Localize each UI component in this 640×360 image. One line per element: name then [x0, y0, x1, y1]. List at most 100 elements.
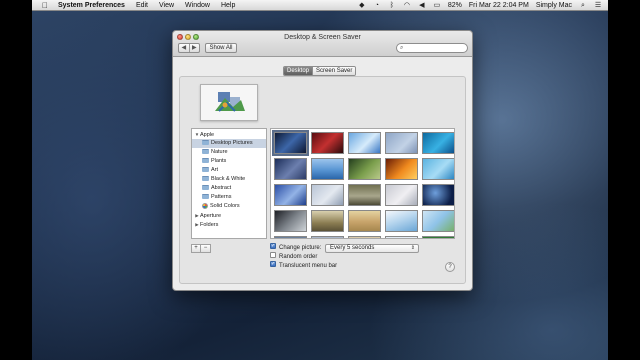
sidebar-item-nature[interactable]: Nature [192, 148, 266, 157]
folder-icon [202, 140, 209, 146]
sidebar-item-label: Desktop Pictures [211, 140, 253, 146]
tab-screen-saver[interactable]: Screen Saver [312, 67, 356, 75]
menu-user[interactable]: Simply Mac [536, 2, 572, 9]
sidebar-item-label: Aperture [200, 213, 222, 219]
wallpaper-thumbnail[interactable] [272, 130, 309, 156]
wallpaper-thumbnail[interactable] [274, 158, 307, 180]
remove-folder-button[interactable]: − [201, 244, 211, 253]
random-order-label: Random order [279, 254, 318, 260]
current-picture-preview [200, 84, 258, 121]
wallpaper-thumbnail[interactable] [385, 236, 418, 238]
sidebar-item-plants[interactable]: Plants [192, 157, 266, 166]
popup-arrows-icon: ⇕ [410, 245, 415, 251]
window-title: Desktop & Screen Saver [284, 34, 361, 41]
battery-icon[interactable]: ▭ [433, 2, 441, 9]
wallpaper-thumbnail[interactable] [348, 132, 381, 154]
search-icon: ⌕ [400, 45, 404, 51]
volume-icon[interactable]: ◀ [418, 2, 426, 9]
sidebar-item-folders[interactable]: ▶Folders [192, 220, 266, 229]
wallpaper-thumbnail[interactable] [422, 158, 454, 180]
interval-popup[interactable]: Every 5 seconds ⇕ [325, 244, 419, 253]
wallpaper-thumbnail[interactable] [311, 158, 344, 180]
translucent-menubar-checkbox[interactable]: ✓ [270, 261, 276, 268]
help-button[interactable]: ? [445, 262, 455, 272]
show-all-button[interactable]: Show All [205, 43, 237, 53]
desktop:  System Preferences Edit View Window He… [32, 0, 608, 360]
sidebar-item-label: Nature [211, 149, 228, 155]
notification-center-icon[interactable]: ☰ [594, 2, 602, 9]
sidebar-item-solid-colors[interactable]: Solid Colors [192, 202, 266, 211]
bluetooth-icon[interactable]: ᛒ [388, 2, 396, 9]
folder-icon [202, 176, 209, 182]
wallpaper-thumbnail[interactable] [422, 236, 454, 238]
menu-help[interactable]: Help [221, 2, 235, 9]
sidebar-item-desktop-pictures[interactable]: Desktop Pictures [192, 139, 266, 148]
menu-window[interactable]: Window [185, 2, 210, 9]
sidebar-item-aperture[interactable]: ▶Aperture [192, 211, 266, 220]
random-order-option[interactable]: Random order [270, 252, 318, 261]
wallpaper-thumbnail[interactable] [348, 158, 381, 180]
interval-value: Every 5 seconds [330, 245, 375, 251]
desktop-screensaver-window: Desktop & Screen Saver ◀ ▶ Show All ⌕ De… [172, 30, 473, 291]
wallpaper-thumbnail[interactable] [422, 210, 454, 232]
forward-arrow-icon[interactable]: ▶ [188, 44, 200, 52]
wallpaper-thumbnail[interactable] [385, 132, 418, 154]
sidebar-item-label: Patterns [211, 194, 232, 200]
add-folder-button[interactable]: + [191, 244, 201, 253]
menu-view[interactable]: View [159, 2, 174, 9]
random-order-checkbox[interactable] [270, 252, 276, 259]
wallpaper-thumbnail[interactable] [385, 210, 418, 232]
sidebar-item-patterns[interactable]: Patterns [192, 193, 266, 202]
menu-edit[interactable]: Edit [136, 2, 148, 9]
menu-clock[interactable]: Fri Mar 22 2:04 PM [469, 2, 529, 9]
menu-bar:  System Preferences Edit View Window He… [32, 0, 608, 11]
sidebar-item-label: Art [211, 167, 219, 173]
spotlight-icon[interactable]: ⌕ [579, 2, 587, 9]
sidebar-item-abstract[interactable]: Abstract [192, 184, 266, 193]
menu-app-name[interactable]: System Preferences [58, 2, 125, 9]
wifi-icon[interactable]: ◠ [403, 2, 411, 9]
dropbox-icon[interactable]: ◆ [358, 2, 366, 9]
sidebar-item-label: Solid Colors [210, 203, 240, 209]
sidebar-item-label: Apple [200, 132, 215, 138]
battery-percent: 82% [447, 2, 462, 9]
translucent-menubar-option[interactable]: ✓ Translucent menu bar [270, 261, 337, 270]
wallpaper-thumbnail[interactable] [422, 184, 454, 206]
source-list: ▼Apple Desktop Pictures Nature Plants Ar… [191, 128, 267, 239]
wallpaper-thumbnail[interactable] [274, 236, 307, 238]
sidebar-item-art[interactable]: Art [192, 166, 266, 175]
change-picture-checkbox[interactable]: ✓ [270, 243, 276, 250]
sidebar-item-label: Folders [200, 222, 219, 228]
wallpaper-thumbnail[interactable] [311, 132, 344, 154]
nav-back-forward: ◀ ▶ [178, 43, 200, 53]
wallpaper-thumbnail[interactable] [274, 210, 307, 232]
wallpaper-thumbnail[interactable] [348, 210, 381, 232]
back-arrow-icon[interactable]: ◀ [179, 44, 189, 52]
color-wheel-icon [202, 202, 208, 209]
wallpaper-thumbnail[interactable] [385, 184, 418, 206]
apple-icon[interactable]:  [42, 1, 50, 10]
wallpaper-thumbnail[interactable] [348, 184, 381, 206]
wallpaper-thumbnail[interactable] [422, 132, 454, 154]
wallpaper-thumbnail[interactable] [348, 236, 381, 238]
wallpaper-thumbnail[interactable] [385, 158, 418, 180]
folder-icon [202, 158, 209, 164]
status-area: ◆ ◔ ᛒ ◠ ◀ ▭ 82% Fri Mar 22 2:04 PM Simpl… [358, 0, 602, 11]
folder-icon [202, 167, 209, 173]
search-input[interactable]: ⌕ [396, 43, 468, 53]
source-list-buttons: + − [191, 244, 211, 253]
sidebar-item-label: Black & White [211, 176, 246, 182]
wallpaper-thumbnail[interactable] [311, 210, 344, 232]
change-picture-option[interactable]: ✓ Change picture: [270, 243, 321, 252]
title-bar: Desktop & Screen Saver ◀ ▶ Show All ⌕ [173, 31, 472, 57]
wallpaper-thumbnail[interactable] [274, 184, 307, 206]
tab-bar: Desktop Screen Saver [283, 66, 357, 76]
wallpaper-thumbnail[interactable] [311, 236, 344, 238]
sidebar-item-black-white[interactable]: Black & White [192, 175, 266, 184]
folder-icon [202, 149, 209, 155]
folder-icon [202, 194, 209, 200]
wallpaper-thumbnail[interactable] [311, 184, 344, 206]
sidebar-item-apple[interactable]: ▼Apple [192, 130, 266, 139]
tab-desktop[interactable]: Desktop [284, 67, 313, 75]
timemachine-icon[interactable]: ◔ [373, 2, 381, 9]
